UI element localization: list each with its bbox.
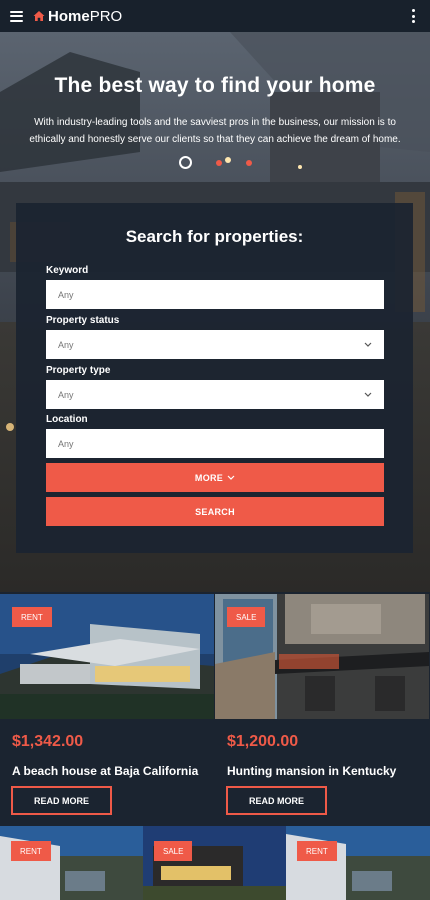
listing-card[interactable]: SALE <box>143 826 286 900</box>
search-button[interactable]: SEARCH <box>46 497 384 526</box>
property-status-label: Property status <box>46 315 120 326</box>
property-type-label: Property type <box>46 365 111 376</box>
slide-dot-3[interactable] <box>245 159 252 166</box>
listing-card[interactable]: RENT <box>286 826 430 900</box>
listing-price: $1,342.00 <box>12 733 84 750</box>
listing-image <box>143 826 286 900</box>
top-bar: Home PRO <box>0 0 430 32</box>
more-filters-label: MORE <box>194 472 224 483</box>
property-type-select[interactable]: Any <box>46 380 384 409</box>
property-status-value: Any <box>58 339 74 350</box>
hero-description: With industry-leading tools and the savv… <box>29 117 401 145</box>
listing-badge: SALE <box>227 607 266 627</box>
listing-title[interactable]: A beach house at Baja California <box>12 764 204 778</box>
chevron-down-icon <box>227 475 235 480</box>
keyword-label: Keyword <box>46 265 89 276</box>
listing-image <box>286 826 430 900</box>
listing-card[interactable]: RENT <box>0 826 143 900</box>
keyword-input[interactable] <box>46 280 384 309</box>
menu-icon[interactable] <box>10 10 23 22</box>
listing-price: $1,200.00 <box>227 733 299 750</box>
more-filters-button[interactable]: MORE <box>46 463 384 492</box>
logo-text-home: Home <box>48 7 90 25</box>
home-icon <box>33 11 45 21</box>
search-form-title: Search for properties: <box>125 227 304 246</box>
hero-banner: The best way to find your home With indu… <box>0 32 430 592</box>
listing-title[interactable]: Hunting mansion in Kentucky <box>227 764 419 778</box>
page: Home PRO The best way to find your home … <box>0 0 430 900</box>
property-status-select[interactable]: Any <box>46 330 384 359</box>
chevron-down-icon <box>364 392 372 397</box>
property-search-form: Search for properties: Keyword Property … <box>16 203 413 553</box>
slide-dot-2[interactable] <box>215 159 222 166</box>
hero-title: The best way to find your home <box>54 74 376 97</box>
listings-grid: RENT $1,342.00 A beach house at Baja Cal… <box>0 594 430 826</box>
search-button-label: SEARCH <box>195 506 235 517</box>
listing-image <box>0 826 143 900</box>
property-type-value: Any <box>58 389 74 400</box>
listing-card[interactable]: SALE $1,200.00 Hunting mansion in Kentuc… <box>215 594 430 826</box>
read-more-button[interactable]: READ MORE <box>226 786 327 815</box>
listing-image[interactable]: SALE <box>215 594 429 719</box>
listing-badge: RENT <box>12 607 52 627</box>
listings-grid-row-2: RENT SALE RENT <box>0 826 430 900</box>
listing-badge: RENT <box>11 841 51 861</box>
chevron-down-icon <box>364 342 372 347</box>
listing-badge: SALE <box>154 841 193 861</box>
logo[interactable]: Home PRO <box>33 8 122 25</box>
listing-card[interactable]: RENT $1,342.00 A beach house at Baja Cal… <box>0 594 215 826</box>
listing-badge: RENT <box>297 841 337 861</box>
listing-image[interactable]: RENT <box>0 594 214 719</box>
read-more-button[interactable]: READ MORE <box>11 786 112 815</box>
location-label: Location <box>46 414 88 425</box>
location-input[interactable] <box>46 429 384 458</box>
more-options-icon[interactable] <box>412 9 416 23</box>
slider-pagination <box>0 156 430 169</box>
logo-text-pro: PRO <box>89 7 123 25</box>
slide-dot-1[interactable] <box>178 156 192 169</box>
